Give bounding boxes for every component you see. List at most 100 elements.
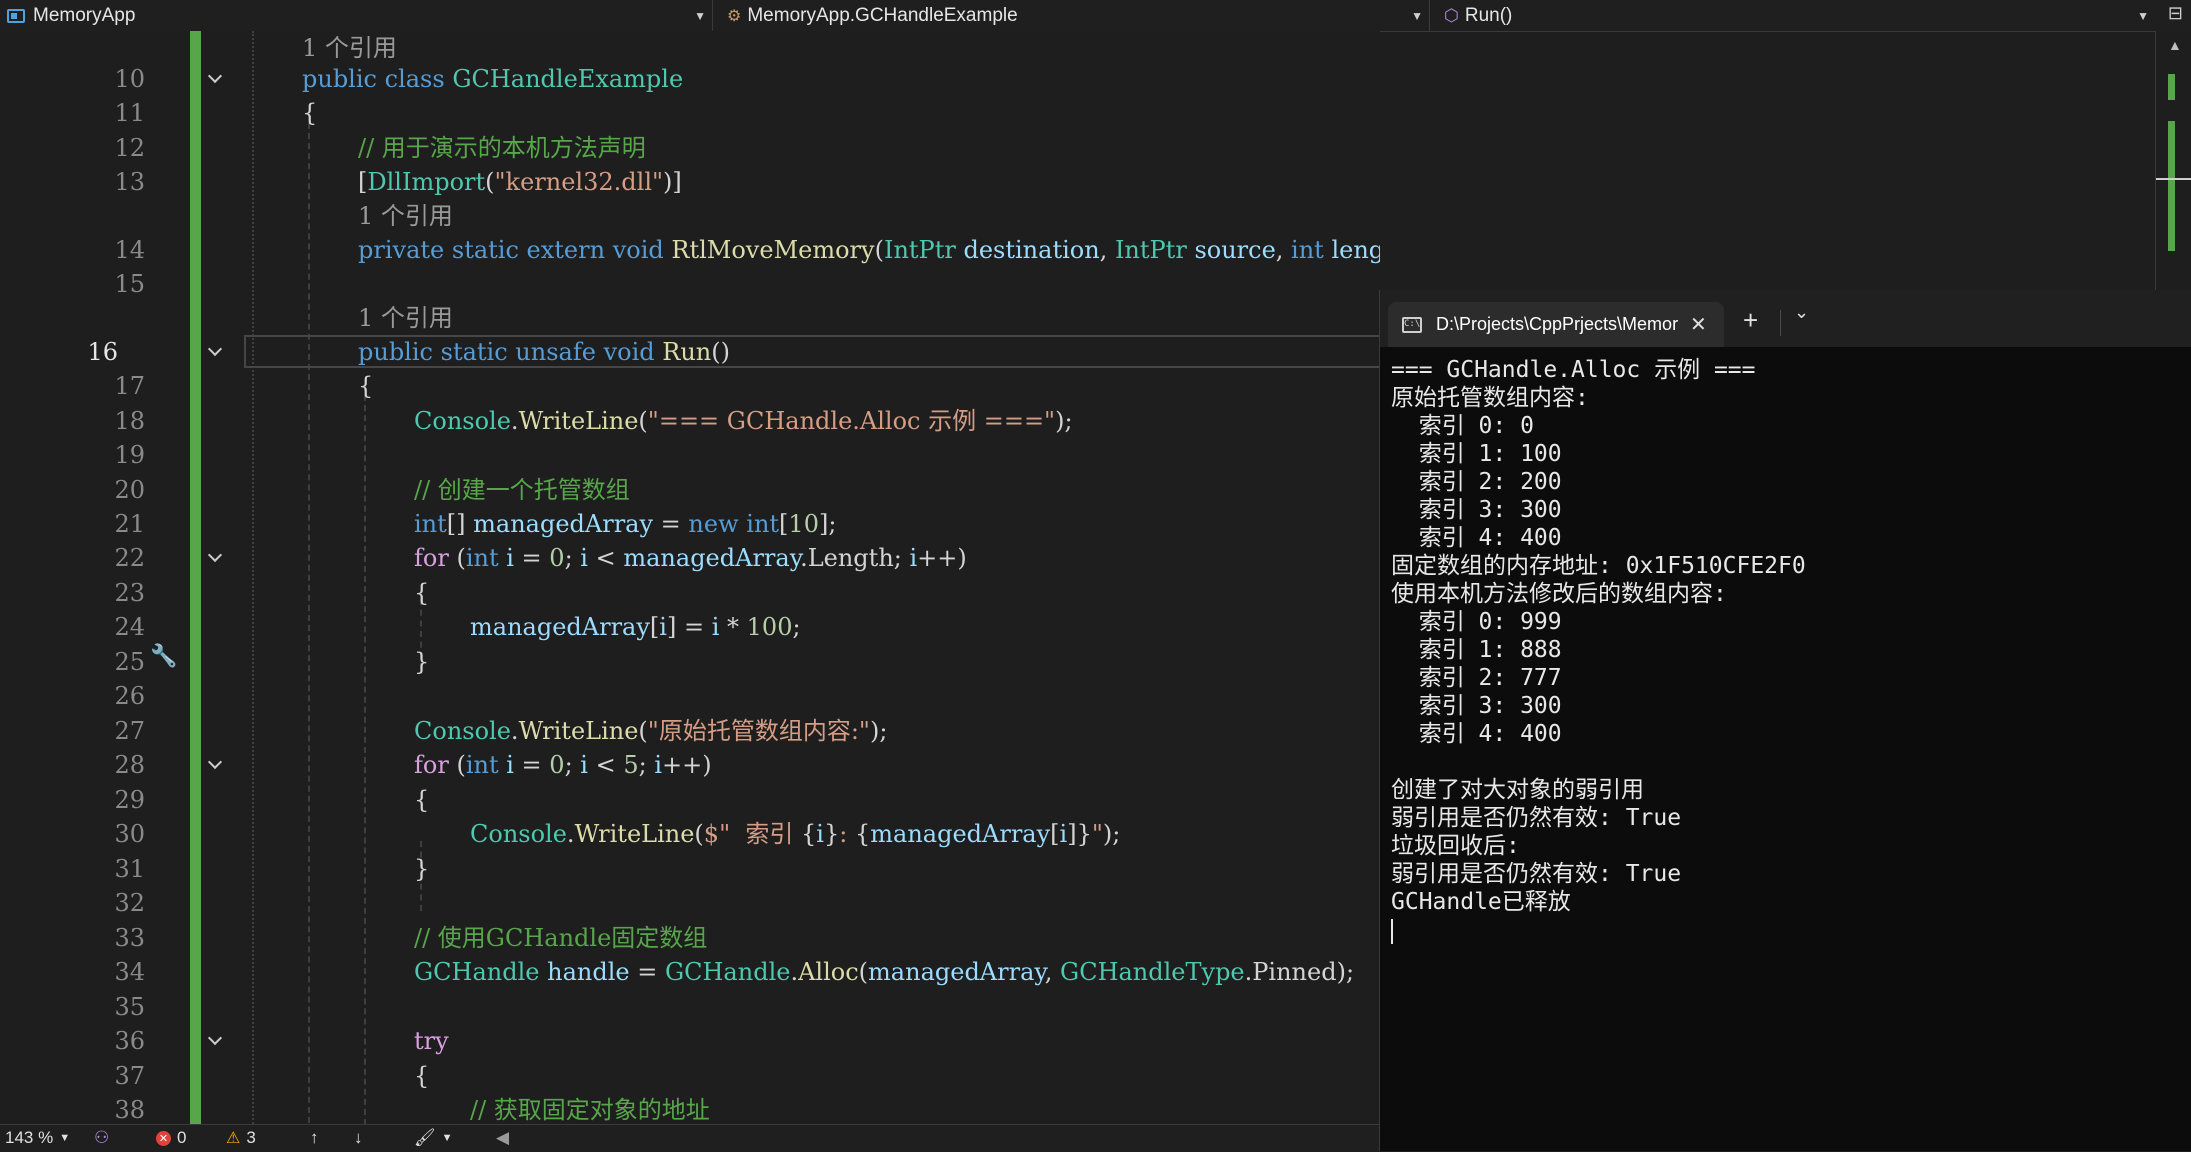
class-dropdown[interactable]: ⚙ MemoryApp.GCHandleExample ▼ [713, 0, 1430, 31]
line-number: 19 [114, 441, 145, 469]
code-line: 16 🔧 public static unsafe void Run() [0, 335, 1380, 668]
code-cleanup-brush-icon[interactable]: 🖌 ▼ [414, 1128, 452, 1148]
code-line: 32 [0, 886, 1380, 921]
code-line: 10 public class GCHandleExample [0, 62, 1380, 97]
codelens-reference[interactable]: 1 个引用 [302, 31, 397, 65]
warning-count[interactable]: ⚠ 3 [226, 1128, 256, 1148]
code-comment: // 获取固定对象的地址 [470, 1096, 710, 1124]
line-number: 17 [114, 372, 145, 400]
line-number: 36 [114, 1027, 145, 1055]
code-text: managedArray[i] = i * 100; [470, 613, 801, 641]
terminal-line: 使用本机方法修改后的数组内容: [1391, 581, 1727, 607]
line-number: 34 [114, 958, 145, 986]
code-line: 21 int[] managedArray = new int[10]; [0, 507, 1380, 542]
code-line: 20 // 创建一个托管数组 [0, 473, 1380, 508]
code-text: [DllImport("kernel32.dll")] [358, 168, 682, 196]
terminal-line: 索引 4: 400 [1391, 721, 1562, 747]
chevron-down-icon: ▼ [59, 1132, 71, 1144]
code-text: { [414, 579, 430, 607]
collapse-chevron-icon[interactable] [208, 550, 221, 563]
code-line: 1 个引用 [0, 301, 1380, 336]
terminal-line: 索引 3: 300 [1391, 693, 1562, 719]
collapse-chevron-icon[interactable] [208, 344, 221, 357]
code-text: } [414, 648, 430, 676]
scroll-up-arrow-icon[interactable]: ▲ [2168, 37, 2182, 53]
code-text: for (int i = 0; i < managedArray.Length;… [414, 544, 967, 572]
line-number: 16 [87, 338, 118, 366]
code-text: Console.WriteLine("原始托管数组内容:"); [414, 717, 888, 745]
codelens-reference[interactable]: 1 个引用 [358, 301, 453, 335]
code-line: 28 for (int i = 0; i < 5; i++) [0, 748, 1380, 783]
member-dropdown[interactable]: ⬡ Run() ▼ [1430, 0, 2155, 31]
error-count[interactable]: ✕ 0 [156, 1128, 186, 1148]
line-number: 31 [114, 855, 145, 883]
code-line: 13 [DllImport("kernel32.dll")] [0, 165, 1380, 200]
line-number: 15 [114, 270, 145, 298]
line-number: 28 [114, 751, 145, 779]
scroll-left-arrow-icon[interactable]: ◀ [496, 1128, 509, 1148]
terminal-line: 垃圾回收后: [1391, 833, 1520, 859]
code-text: public class GCHandleExample [302, 65, 684, 93]
split-editor-icon[interactable]: ⊟ [2168, 3, 2183, 24]
terminal-line: 创建了对大对象的弱引用 [1391, 777, 1644, 803]
line-number: 30 [114, 820, 145, 848]
terminal-tab[interactable]: C:\ D:\Projects\CppPrjects\Memor ✕ [1388, 302, 1724, 347]
code-line: 35 [0, 990, 1380, 1025]
code-line: 11 { [0, 96, 1380, 131]
change-marker [2168, 121, 2175, 251]
zoom-dropdown[interactable]: 143 % ▼ [5, 1128, 70, 1148]
code-text: int[] managedArray = new int[10]; [414, 510, 837, 538]
code-comment: // 使用GCHandle固定数组 [414, 924, 708, 952]
method-cube-icon: ⬡ [1444, 5, 1459, 25]
line-number: 21 [114, 510, 145, 538]
terminal-tab-bar: C:\ D:\Projects\CppPrjects\Memor ✕ + ⌄ [1380, 290, 2191, 347]
next-issue-arrow-icon[interactable]: ↓ [354, 1128, 363, 1148]
chevron-down-icon[interactable]: ⌄ [1794, 302, 1809, 323]
collapse-chevron-icon[interactable] [208, 1033, 221, 1046]
chevron-down-icon[interactable]: ▼ [1411, 9, 1423, 23]
project-dropdown[interactable]: MemoryApp ▼ [0, 0, 713, 31]
terminal-window[interactable]: C:\ D:\Projects\CppPrjects\Memor ✕ + ⌄ =… [1379, 290, 2191, 1151]
code-text: Console.WriteLine("=== GCHandle.Alloc 示例… [414, 407, 1073, 435]
line-number: 20 [114, 476, 145, 504]
code-line: 14 private static extern void RtlMoveMem… [0, 233, 1380, 268]
code-text: { [414, 786, 430, 814]
line-number: 33 [114, 924, 145, 952]
code-line: 22 for (int i = 0; i < managedArray.Leng… [0, 541, 1380, 576]
chevron-down-icon[interactable]: ▼ [694, 9, 706, 23]
close-icon[interactable]: ✕ [1690, 312, 1707, 337]
terminal-output[interactable]: === GCHandle.Alloc 示例 === 原始托管数组内容: 索引 0… [1391, 356, 2181, 944]
line-number: 35 [114, 993, 145, 1021]
code-text: } [414, 855, 430, 883]
chevron-down-icon[interactable]: ▼ [2137, 9, 2149, 23]
terminal-line: 原始托管数组内容: [1391, 385, 1589, 411]
code-line: 18 Console.WriteLine("=== GCHandle.Alloc… [0, 404, 1380, 439]
collapse-chevron-icon[interactable] [208, 71, 221, 84]
codelens-reference[interactable]: 1 个引用 [358, 199, 453, 233]
terminal-line: 弱引用是否仍然有效: True [1391, 805, 1682, 831]
terminal-line: 索引 0: 999 [1391, 609, 1562, 635]
code-comment: // 用于演示的本机方法声明 [358, 134, 646, 162]
collapse-chevron-icon[interactable] [208, 757, 221, 770]
code-line: 24 managedArray[i] = i * 100; [0, 610, 1380, 645]
code-text: private static extern void RtlMoveMemory… [358, 236, 1380, 264]
code-line: 23 { [0, 576, 1380, 611]
editor-status-bar: 143 % ▼ ⚇ ✕ 0 ⚠ 3 ↑ ↓ 🖌 ▼ ◀ [0, 1124, 1380, 1152]
line-number: 18 [114, 407, 145, 435]
line-number: 12 [114, 134, 145, 162]
change-marker [2168, 74, 2175, 100]
code-text: { [358, 372, 374, 400]
new-tab-button[interactable]: + [1743, 305, 1758, 336]
code-editor[interactable]: 1 个引用 10 public class GCHandleExample 11… [0, 31, 1380, 1124]
line-number: 25 [114, 648, 145, 676]
code-text: public static unsafe void Run() [358, 338, 730, 366]
code-line: 33 // 使用GCHandle固定数组 [0, 921, 1380, 956]
navigation-bar: MemoryApp ▼ ⚙ MemoryApp.GCHandleExample … [0, 0, 2191, 32]
copilot-icon[interactable]: ⚇ [94, 1128, 109, 1148]
line-number: 37 [114, 1062, 145, 1090]
terminal-line: 索引 2: 200 [1391, 469, 1562, 495]
terminal-line: 索引 4: 400 [1391, 525, 1562, 551]
code-line: 36 try [0, 1024, 1380, 1059]
code-line: 31 } [0, 852, 1380, 887]
previous-issue-arrow-icon[interactable]: ↑ [310, 1128, 319, 1148]
